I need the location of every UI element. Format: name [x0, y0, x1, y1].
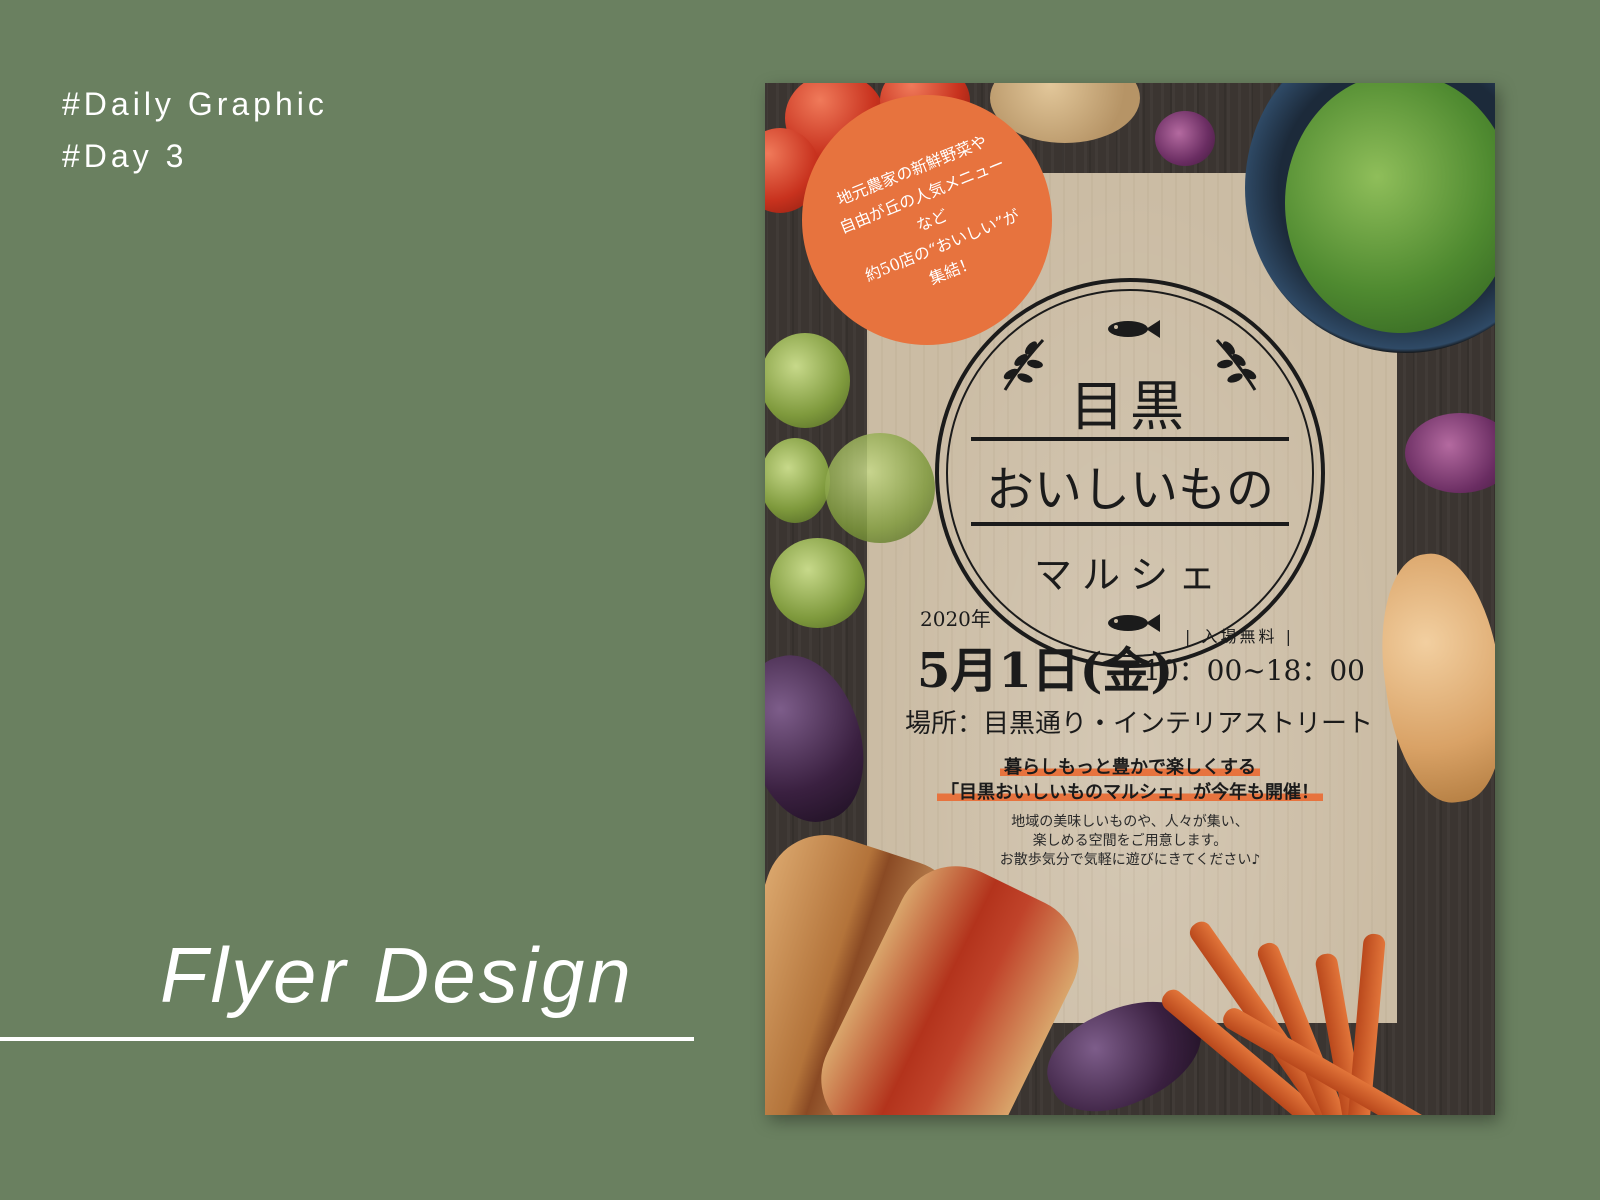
admission-label: | 入場無料 | — [1185, 627, 1294, 646]
description-line: お散歩気分で気軽に遊びにきてください♪ — [999, 852, 1261, 868]
title-underline — [0, 1037, 694, 1041]
hashtags: #Daily Graphic #Day 3 — [62, 78, 328, 182]
event-venue: 場所：目黒通り・インテリアストリート — [905, 709, 1374, 739]
admission-text: 入場無料 — [1201, 627, 1278, 646]
logo-rule — [971, 522, 1289, 526]
artichoke-image — [770, 538, 865, 628]
hashtag-day: #Day 3 — [62, 138, 188, 174]
promo-badge: 地元農家の新鮮野菜や 自由が丘の人気メニュー など 約50店の“おいしい”が 集… — [802, 95, 1052, 345]
description-line: 楽しめる空間をご用意します。 — [1032, 833, 1228, 849]
hashtag-daily-graphic: #Daily Graphic — [62, 86, 328, 122]
catchphrase-line: 暮らしもっと豊かで楽しくする — [765, 753, 1495, 779]
olive-branch-icon — [1003, 338, 1045, 391]
description-line: 地域の美味しいものや、人々が集い、 — [1011, 814, 1249, 830]
event-logo-seal: 目黒 おいしいもの マルシェ — [935, 278, 1325, 668]
catchphrase-text: 暮らしもっと豊かで楽しくする — [1000, 757, 1260, 778]
artichoke-image — [825, 433, 935, 543]
flyer: 地元農家の新鮮野菜や 自由が丘の人気メニュー など 約50店の“おいしい”が 集… — [765, 83, 1495, 1115]
event-time: 10：00~18：00 — [1143, 654, 1365, 687]
event-date: 5月1日(金) — [917, 643, 1174, 699]
olive-branch-icon — [1215, 338, 1257, 391]
fish-icon — [1108, 320, 1160, 338]
logo-title-meguro: 目黒 — [1070, 375, 1190, 438]
event-year: 2020年 — [920, 607, 991, 631]
catchphrase-line: 「目黒おいしいものマルシェ」が今年も開催！ — [765, 778, 1495, 804]
catchphrase-text: 「目黒おいしいものマルシェ」が今年も開催！ — [937, 782, 1323, 803]
logo-title-marche: マルシェ — [1033, 553, 1226, 597]
purple-leaf-image — [1155, 111, 1215, 166]
page-title: Flyer Design — [160, 931, 634, 1019]
logo-title-oishiimono: おいしいもの — [985, 462, 1274, 518]
logo-rule — [971, 437, 1289, 441]
